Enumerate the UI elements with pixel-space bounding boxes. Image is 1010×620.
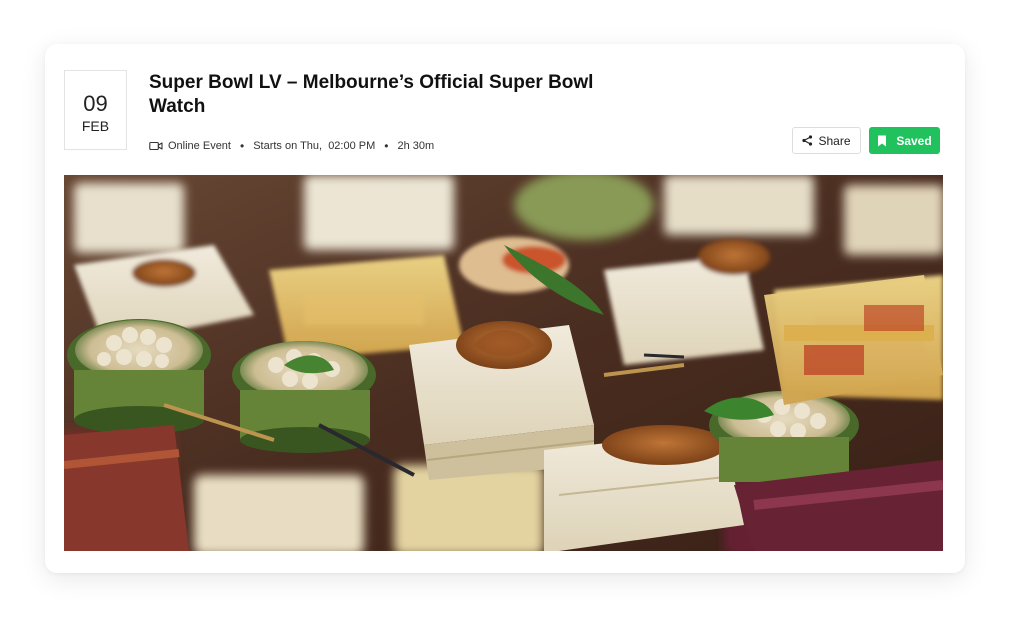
event-meta: Online Event • Starts on Thu, 02:00 PM •…	[149, 139, 434, 153]
event-date-badge: 09 FEB	[64, 70, 127, 150]
meta-separator: •	[239, 139, 245, 153]
meta-separator: •	[384, 139, 389, 153]
saved-button-label: Saved	[896, 133, 932, 148]
event-type: Online Event	[168, 140, 231, 152]
event-hero-image	[64, 175, 943, 551]
video-camera-icon	[149, 141, 163, 151]
canapes-photo	[64, 175, 943, 551]
event-duration: 2h 30m	[397, 140, 435, 152]
event-date-month: FEB	[81, 118, 110, 134]
share-button-label: Share	[818, 133, 851, 148]
saved-button[interactable]: Saved	[869, 127, 940, 154]
bookmark-icon	[878, 135, 887, 146]
share-button[interactable]: Share	[792, 127, 861, 154]
event-date-day: 09	[83, 91, 108, 116]
share-icon	[802, 135, 813, 146]
event-start-time: Starts on Thu, 02:00 PM	[253, 140, 376, 152]
event-card: 09 FEB Super Bowl LV – Melbourne’s Offic…	[45, 44, 965, 573]
event-title: Super Bowl LV – Melbourne’s Official Sup…	[149, 72, 594, 117]
